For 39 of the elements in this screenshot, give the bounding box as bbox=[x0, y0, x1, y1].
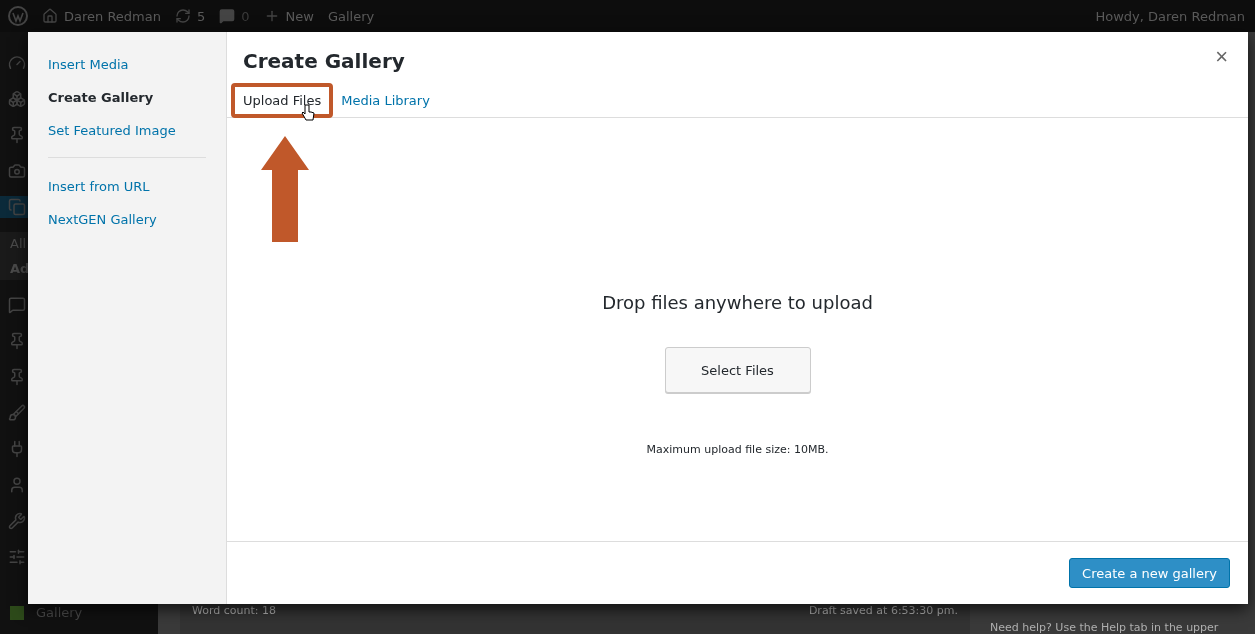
gallery-square-icon[interactable] bbox=[10, 605, 24, 620]
draft-saved-text: Draft saved at 6:53:30 pm. bbox=[808, 604, 958, 617]
max-size-note: Maximum upload file size: 10MB. bbox=[646, 443, 829, 456]
menu-icon[interactable] bbox=[8, 198, 26, 216]
sidebar-link[interactable]: Set Featured Image bbox=[48, 114, 206, 147]
drop-instructions: Drop files anywhere to upload bbox=[602, 292, 873, 313]
select-files-button[interactable]: Select Files bbox=[664, 347, 811, 393]
menu-icon[interactable] bbox=[8, 476, 26, 494]
wordpress-logo-icon[interactable] bbox=[8, 6, 28, 26]
modal-title: Create Gallery bbox=[243, 49, 405, 73]
menu-icon[interactable] bbox=[8, 162, 26, 180]
tab[interactable]: Upload Files bbox=[235, 88, 330, 112]
sidebar-link[interactable]: Insert from URL bbox=[48, 170, 206, 203]
menu-icon[interactable] bbox=[8, 548, 26, 566]
menu-icon[interactable] bbox=[8, 332, 26, 350]
menu-icon[interactable] bbox=[8, 404, 26, 422]
menu-icon[interactable] bbox=[8, 126, 26, 144]
new-link[interactable]: New bbox=[285, 8, 314, 24]
comment-icon[interactable] bbox=[219, 8, 236, 24]
tab[interactable]: Media Library bbox=[333, 88, 438, 112]
sidebar-link[interactable]: Create Gallery bbox=[48, 81, 206, 114]
gallery-link[interactable]: Gallery bbox=[327, 8, 375, 24]
menu-icon[interactable] bbox=[8, 90, 26, 108]
greeting-link[interactable]: Howdy, Daren Redman bbox=[1095, 8, 1245, 24]
updates-icon[interactable] bbox=[175, 8, 191, 24]
updates-count[interactable]: 5 bbox=[197, 8, 206, 24]
close-button[interactable]: × bbox=[1211, 44, 1232, 70]
menu-icon[interactable] bbox=[8, 54, 26, 72]
help-text: Need help? Use the Help tab in the upper bbox=[990, 621, 1219, 634]
word-count: Word count: 18 bbox=[192, 604, 276, 617]
sidebar-link[interactable]: Insert Media bbox=[48, 48, 206, 81]
menu-icon[interactable] bbox=[8, 296, 26, 314]
hand-cursor-icon bbox=[301, 104, 315, 122]
menu-icon[interactable] bbox=[8, 368, 26, 386]
create-gallery-button[interactable]: Create a new gallery bbox=[1069, 558, 1230, 588]
site-name-link[interactable]: Daren Redman bbox=[64, 8, 161, 24]
sidebar-link[interactable]: NextGEN Gallery bbox=[48, 203, 206, 236]
home-icon[interactable] bbox=[42, 8, 58, 24]
menu-icon[interactable] bbox=[8, 512, 26, 530]
